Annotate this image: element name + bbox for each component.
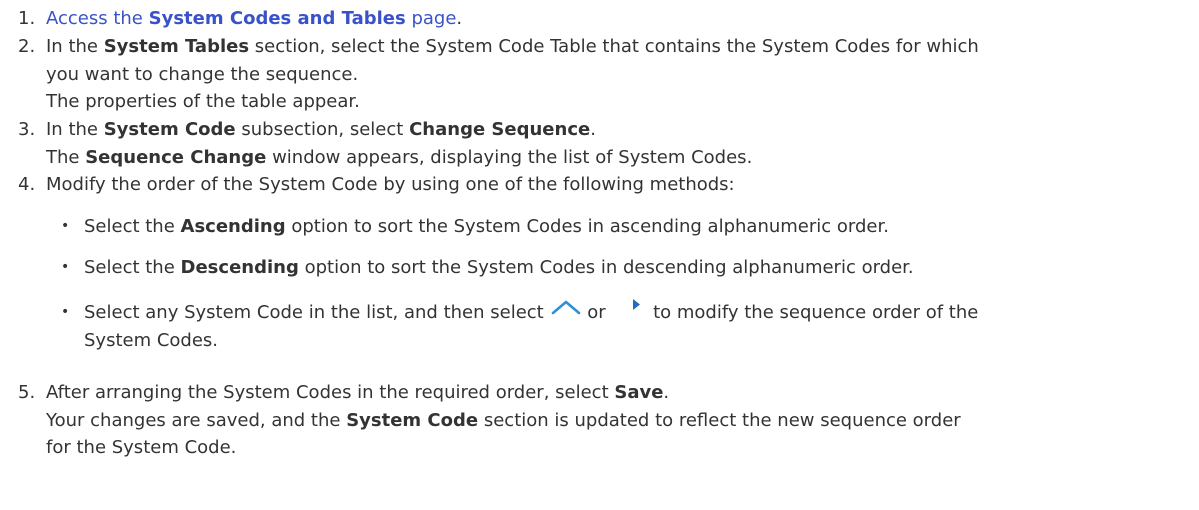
step-number: 2. — [18, 36, 36, 57]
step-number: 1. — [18, 8, 36, 29]
system-codes-tables-link[interactable]: Access the System Codes and Tables page — [46, 8, 456, 29]
descending-term: Descending — [180, 257, 299, 278]
chevron-up-icon — [551, 298, 581, 318]
step-4: 4. Modify the order of the System Code b… — [0, 171, 735, 199]
step-3: 3. In the System Code subsection, select… — [0, 116, 752, 171]
step-number: 5. — [18, 382, 36, 403]
bullet-manual-order: • Select any System Code in the list, an… — [46, 299, 978, 354]
system-code-term: System Code — [103, 119, 236, 140]
bullet-dot: • — [61, 259, 70, 275]
step-number: 4. — [18, 174, 36, 195]
change-sequence-term: Change Sequence — [409, 119, 591, 140]
step-2: 2. In the System Tables section, select … — [0, 33, 979, 116]
step-number: 3. — [18, 119, 36, 140]
bullet-descending: • Select the Descending option to sort t… — [46, 254, 914, 282]
system-code-term: System Code — [346, 409, 479, 431]
save-term: Save — [614, 382, 664, 403]
sequence-change-term: Sequence Change — [85, 146, 267, 168]
bullet-ascending: • Select the Ascending option to sort th… — [46, 213, 889, 241]
system-tables-term: System Tables — [103, 36, 250, 57]
bullet-dot: • — [61, 218, 70, 234]
step-1: 1. Access the System Codes and Tables pa… — [0, 5, 462, 33]
triangle-right-icon — [611, 297, 647, 317]
step-5: 5. After arranging the System Codes in t… — [0, 379, 961, 462]
ascending-term: Ascending — [180, 216, 286, 237]
bullet-dot: • — [61, 304, 70, 320]
